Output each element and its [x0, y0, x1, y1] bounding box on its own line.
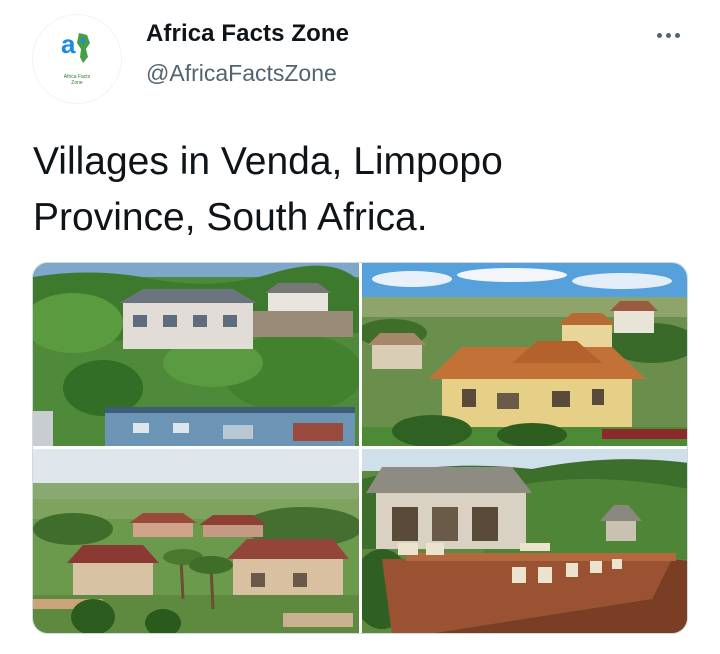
dot-icon	[656, 32, 662, 38]
dot-icon	[665, 32, 671, 38]
author-display-name[interactable]: Africa Facts Zone	[146, 20, 349, 48]
author-handle[interactable]: @AfricaFactsZone	[146, 60, 337, 87]
avatar[interactable]: a Africa Facts Zone	[32, 14, 122, 104]
svg-text:a: a	[61, 29, 76, 59]
photo-village-hillside[interactable]	[33, 263, 359, 446]
photo-lodge-wooden-deck[interactable]	[362, 449, 687, 633]
photo-tiled-roof-villa[interactable]	[362, 263, 687, 446]
more-options-button[interactable]	[648, 22, 688, 48]
africa-facts-zone-logo-icon: a	[61, 29, 90, 63]
tweet-text: Villages in Venda, Limpopo Province, Sou…	[33, 140, 503, 239]
tweet-card: a Africa Facts Zone Africa Facts Zone @A…	[0, 0, 720, 654]
photo-aerial-village-palms[interactable]	[33, 449, 359, 633]
dot-icon	[674, 32, 680, 38]
media-grid	[32, 262, 688, 634]
avatar-brand-text: Africa Facts Zone	[63, 74, 91, 86]
